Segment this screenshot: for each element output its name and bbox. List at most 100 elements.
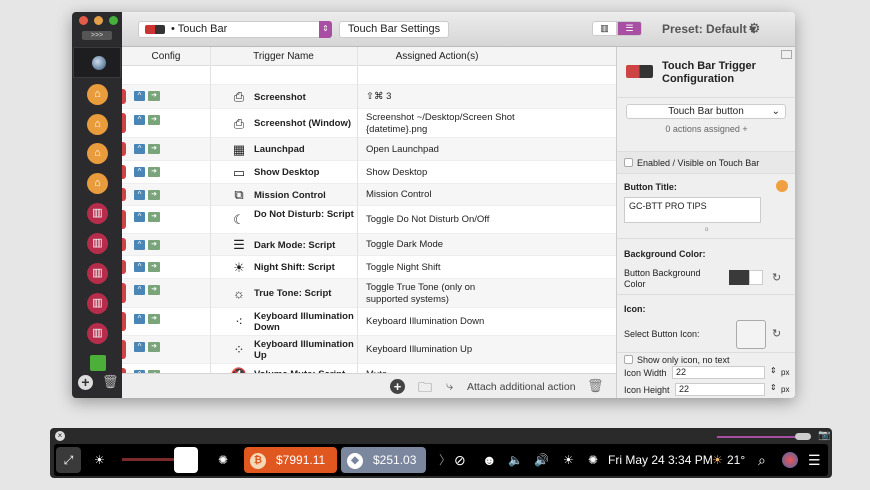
button-title-input[interactable]: GC-BTT PRO TIPS [624, 197, 761, 223]
compass-icon[interactable]: ⊘ [454, 444, 466, 476]
size-slider-handle[interactable] [795, 433, 811, 440]
minimize-window-button[interactable] [94, 16, 103, 25]
reset-icon[interactable]: ↻ [772, 271, 781, 284]
zoom-window-button[interactable] [109, 16, 118, 25]
detach-panel-icon[interactable] [781, 50, 792, 59]
column-header-assigned-actions[interactable]: Assigned Action(s) [357, 51, 517, 62]
table-row[interactable]: ^ ➜ ☼ True Tone: Script Toggle True Tone… [122, 279, 616, 308]
close-window-button[interactable] [79, 16, 88, 25]
volume-up-icon[interactable]: 🔊 [534, 444, 549, 476]
execute-button[interactable]: ➜ [148, 285, 160, 295]
icon-width-input[interactable]: 22 [672, 366, 765, 379]
resize-handle[interactable]: o [705, 227, 708, 233]
column-header-trigger-name[interactable]: Trigger Name [210, 51, 357, 62]
ethereum-price-widget[interactable]: ◆ $251.03 [341, 447, 426, 473]
enabled-checkbox[interactable]: Enabled / Visible on Touch Bar [624, 158, 759, 168]
gear-icon[interactable]: ⚙ [748, 20, 761, 37]
table-row[interactable] [122, 66, 616, 85]
execute-button[interactable]: ➜ [148, 314, 160, 324]
add-app-button[interactable]: + [78, 375, 93, 390]
sidebar-item-global[interactable] [73, 47, 121, 78]
color-wheel-icon[interactable] [749, 270, 763, 285]
select-icon-well[interactable] [736, 320, 766, 349]
trigger-type-dropdown[interactable]: Touch Bar button ⌄ [626, 104, 786, 119]
move-up-button[interactable]: ^ [134, 167, 145, 177]
move-up-button[interactable]: ^ [134, 314, 145, 324]
more-button[interactable]: >>> [82, 31, 112, 40]
sidebar-app-equalizer-icon[interactable]: ▥ [87, 293, 108, 314]
reset-icon[interactable]: ↻ [772, 327, 781, 340]
table-row[interactable]: ^ ➜ ☾ Do Not Disturb: Script Toggle Do N… [122, 206, 616, 234]
move-up-button[interactable]: ^ [134, 212, 145, 222]
sidebar-app-home-icon[interactable]: ⌂ [87, 114, 108, 135]
size-slider-track[interactable] [717, 436, 795, 438]
temperature[interactable]: 21° [727, 444, 745, 476]
table-row[interactable]: ^ ➜ ☰ Dark Mode: Script Toggle Dark Mode [122, 234, 616, 256]
trash-icon[interactable]: 🗑 [102, 374, 119, 390]
table-row[interactable]: ^ ➜ ▭ Show Desktop Show Desktop [122, 161, 616, 184]
touchbar-settings-button[interactable]: Touch Bar Settings [339, 21, 449, 38]
move-up-button[interactable]: ^ [134, 240, 145, 250]
execute-button[interactable]: ➜ [148, 212, 160, 222]
new-folder-icon[interactable]: 🗀 [418, 377, 432, 398]
sidebar-app-equalizer-icon[interactable]: ▥ [87, 203, 108, 224]
table-row[interactable]: ^ ➜ ⎙ Screenshot ⇧⌘ 3 [122, 85, 616, 109]
sidebar-app-green-icon[interactable] [90, 355, 106, 371]
emoji-icon[interactable]: ☻ [482, 444, 497, 476]
bitcoin-price-widget[interactable]: ₿ $7991.11 [244, 447, 337, 473]
column-header-config[interactable]: Config [122, 51, 210, 62]
move-up-button[interactable]: ^ [134, 342, 145, 352]
execute-button[interactable]: ➜ [148, 91, 160, 101]
sidebar-app-home-icon[interactable]: ⌂ [87, 143, 108, 164]
trigger-type-selector[interactable]: • Touch Bar ⇕ [138, 21, 332, 38]
sidebar-app-equalizer-icon[interactable]: ▥ [87, 233, 108, 254]
move-up-button[interactable]: ^ [134, 285, 145, 295]
execute-button[interactable]: ➜ [148, 115, 160, 125]
close-preview-button[interactable]: × [55, 431, 65, 441]
camera-icon[interactable]: 📷 [818, 430, 830, 441]
table-row[interactable]: ^ ➜ ⁖ Keyboard Illumination Down Keyboar… [122, 308, 616, 336]
execute-button[interactable]: ➜ [148, 240, 160, 250]
brightness-down-icon[interactable]: ☀ [563, 444, 574, 476]
table-row[interactable]: ^ ➜ ☀ Night Shift: Script Toggle Night S… [122, 256, 616, 279]
execute-button[interactable]: ➜ [148, 262, 160, 272]
chevron-right-icon[interactable]: 〉 [439, 444, 451, 476]
expand-icon[interactable]: ⤢ [56, 447, 81, 473]
background-color-swatch[interactable] [729, 270, 749, 285]
preset-dropdown[interactable]: Preset: Default ▾ [662, 22, 756, 36]
move-up-button[interactable]: ^ [134, 115, 145, 125]
move-up-button[interactable]: ^ [134, 144, 145, 154]
column-view-button[interactable]: ▥ [592, 21, 617, 36]
actions-assigned-link[interactable]: 0 actions assigned + [617, 124, 795, 134]
sidebar-app-home-icon[interactable]: ⌂ [87, 84, 108, 105]
move-up-button[interactable]: ^ [134, 91, 145, 101]
table-row[interactable]: ^ ➜ ⎙ Screenshot (Window) Screenshot ~/D… [122, 109, 616, 138]
brightness-slider-handle[interactable] [174, 447, 198, 473]
emoji-picker-icon[interactable] [776, 180, 788, 192]
siri-icon[interactable] [782, 452, 798, 468]
date-time[interactable]: Fri May 24 3:34 PM [608, 444, 713, 476]
table-row[interactable]: ^ ➜ ⁘ Keyboard Illumination Up Keyboard … [122, 336, 616, 364]
show-only-icon-checkbox[interactable]: Show only icon, no text [624, 355, 730, 365]
execute-button[interactable]: ➜ [148, 144, 160, 154]
icon-height-stepper[interactable]: ⇕ [770, 383, 777, 392]
execute-button[interactable]: ➜ [148, 167, 160, 177]
add-trigger-button[interactable]: + [390, 379, 405, 394]
icon-height-input[interactable]: 22 [675, 383, 765, 396]
execute-button[interactable]: ➜ [148, 190, 160, 200]
brightness-down-icon[interactable]: ☀ [94, 444, 105, 476]
trash-icon[interactable]: 🗑 [587, 378, 604, 394]
attach-action-button[interactable]: Attach additional action [467, 381, 576, 393]
volume-down-icon[interactable]: 🔈 [508, 444, 523, 476]
table-row[interactable]: ^ ➜ ⧉ Mission Control Mission Control [122, 184, 616, 206]
icon-width-stepper[interactable]: ⇕ [770, 366, 777, 375]
table-row[interactable]: ^ ➜ ▦ Launchpad Open Launchpad [122, 138, 616, 161]
menu-list-icon[interactable]: ☰ [808, 444, 821, 476]
brightness-up-icon[interactable]: ✺ [588, 444, 598, 476]
execute-button[interactable]: ➜ [148, 342, 160, 352]
list-view-button[interactable]: ☰ [617, 21, 642, 36]
table-row[interactable]: ^ ➜ 🔇 Volume Mute: Script Mute [122, 364, 616, 373]
search-icon[interactable]: ⌕ [758, 444, 766, 476]
sidebar-app-home-icon[interactable]: ⌂ [87, 173, 108, 194]
brightness-up-icon[interactable]: ✺ [218, 444, 228, 476]
